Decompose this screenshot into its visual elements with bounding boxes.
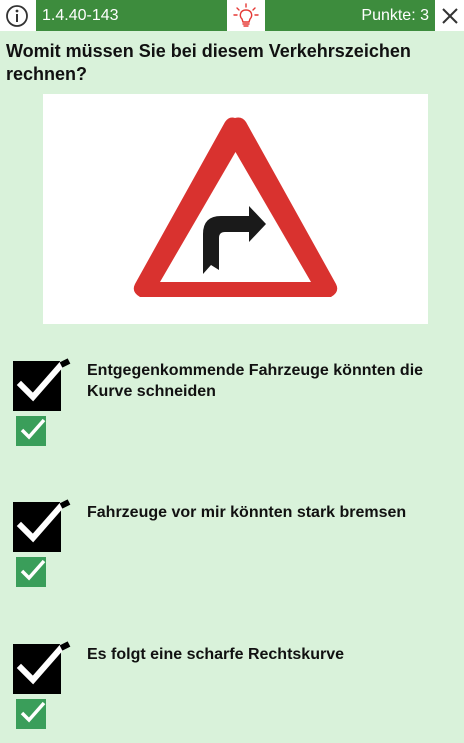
answer-text-1: Entgegenkommende Fahrzeuge könnten die K… bbox=[87, 362, 424, 400]
question-id: 1.4.40-143 bbox=[36, 0, 227, 31]
hint-button[interactable] bbox=[227, 0, 265, 31]
answer-text-2: Fahrzeuge vor mir könnten stark bremsen bbox=[87, 504, 407, 521]
checkbox-checked-icon[interactable] bbox=[13, 640, 71, 696]
question-text: Womit müssen Sie bei diesem Verkehrszeic… bbox=[6, 41, 411, 84]
correct-check-icon bbox=[16, 699, 46, 729]
points-display: Punkte: 3 bbox=[265, 0, 435, 31]
curve-right-sign-icon bbox=[133, 117, 338, 297]
answer-option-3[interactable]: Es folgt eine scharfe Rechtskurve bbox=[0, 640, 464, 740]
close-icon bbox=[442, 7, 458, 24]
answer-option-1[interactable]: Entgegenkommende Fahrzeuge könnten die K… bbox=[0, 357, 464, 457]
lightbulb-icon bbox=[233, 2, 259, 27]
close-button[interactable] bbox=[436, 0, 464, 31]
info-button[interactable] bbox=[0, 0, 34, 31]
checkbox-checked-icon[interactable] bbox=[13, 357, 71, 413]
traffic-sign-image bbox=[43, 94, 428, 324]
checkbox-checked-icon[interactable] bbox=[13, 498, 71, 554]
answer-option-2[interactable]: Fahrzeuge vor mir könnten stark bremsen bbox=[0, 498, 464, 598]
correct-check-icon bbox=[16, 416, 46, 446]
answer-text-3: Es folgt eine scharfe Rechtskurve bbox=[87, 646, 344, 663]
correct-check-icon bbox=[16, 557, 46, 587]
info-icon bbox=[6, 4, 28, 27]
top-bar: 1.4.40-143 Punkte: 3 bbox=[0, 0, 464, 31]
